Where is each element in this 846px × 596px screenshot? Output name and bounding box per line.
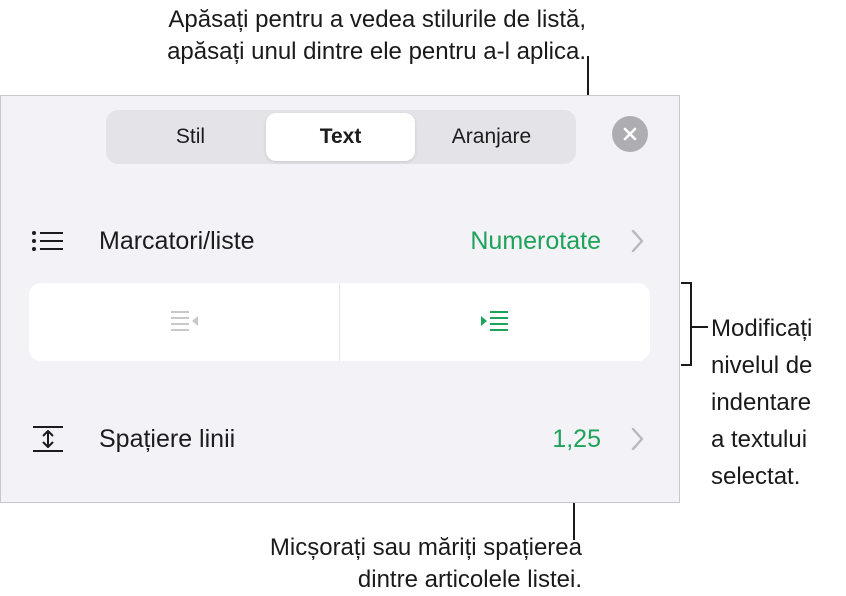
line-spacing-label: Spațiere linii [99,425,236,453]
bracket-bottom [681,364,692,366]
bullets-lists-label: Marcatori/liste [99,227,255,255]
callout-line-spacing: Micșorați sau măriți spațierea dintre ar… [120,532,582,596]
callout-text: Micșorați sau măriți spațierea [269,534,582,561]
decrease-indent-button[interactable] [29,283,339,361]
callout-text: nivelul de [711,352,813,379]
callout-text: apăsați unul dintre ele pentru a-l aplic… [167,38,586,65]
decrease-indent-icon [171,311,198,331]
chevron-right-icon [631,229,644,253]
close-icon [623,127,637,141]
tab-text[interactable]: Text [266,113,415,161]
callout-text: dintre articolele listei. [357,566,582,593]
bullets-lists-row[interactable]: Marcatori/liste Numerotate [1,211,681,271]
chevron-right-icon [631,427,644,451]
bracket-leader [692,326,708,328]
bracket-vertical [690,282,692,366]
callout-indent: Modificați nivelul de indentare a textul… [711,310,846,495]
line-spacing-row[interactable]: Spațiere linii 1,25 [1,409,681,469]
list-bullets-icon [32,231,63,251]
format-panel: Stil Text Aranjare Marcatori/liste Numer… [0,95,680,503]
close-button[interactable] [612,116,648,152]
callout-text: selectat. [711,463,801,490]
format-tabs: Stil Text Aranjare [106,110,576,164]
callout-text: Apăsați pentru a vedea stilurile de list… [168,6,586,33]
callout-text: a textului [711,426,808,453]
callout-text: Modificați [711,315,813,342]
callout-text: indentare [711,389,812,416]
line-spacing-icon [33,426,63,452]
increase-indent-icon [481,311,508,331]
bullets-lists-value: Numerotate [470,227,601,255]
indent-controls [29,283,650,361]
tab-stil[interactable]: Stil [116,113,265,161]
tab-aranjare[interactable]: Aranjare [417,113,566,161]
increase-indent-button[interactable] [340,283,650,361]
callout-list-styles: Apăsați pentru a vedea stilurile de list… [20,4,586,68]
line-spacing-value: 1,25 [552,425,601,453]
